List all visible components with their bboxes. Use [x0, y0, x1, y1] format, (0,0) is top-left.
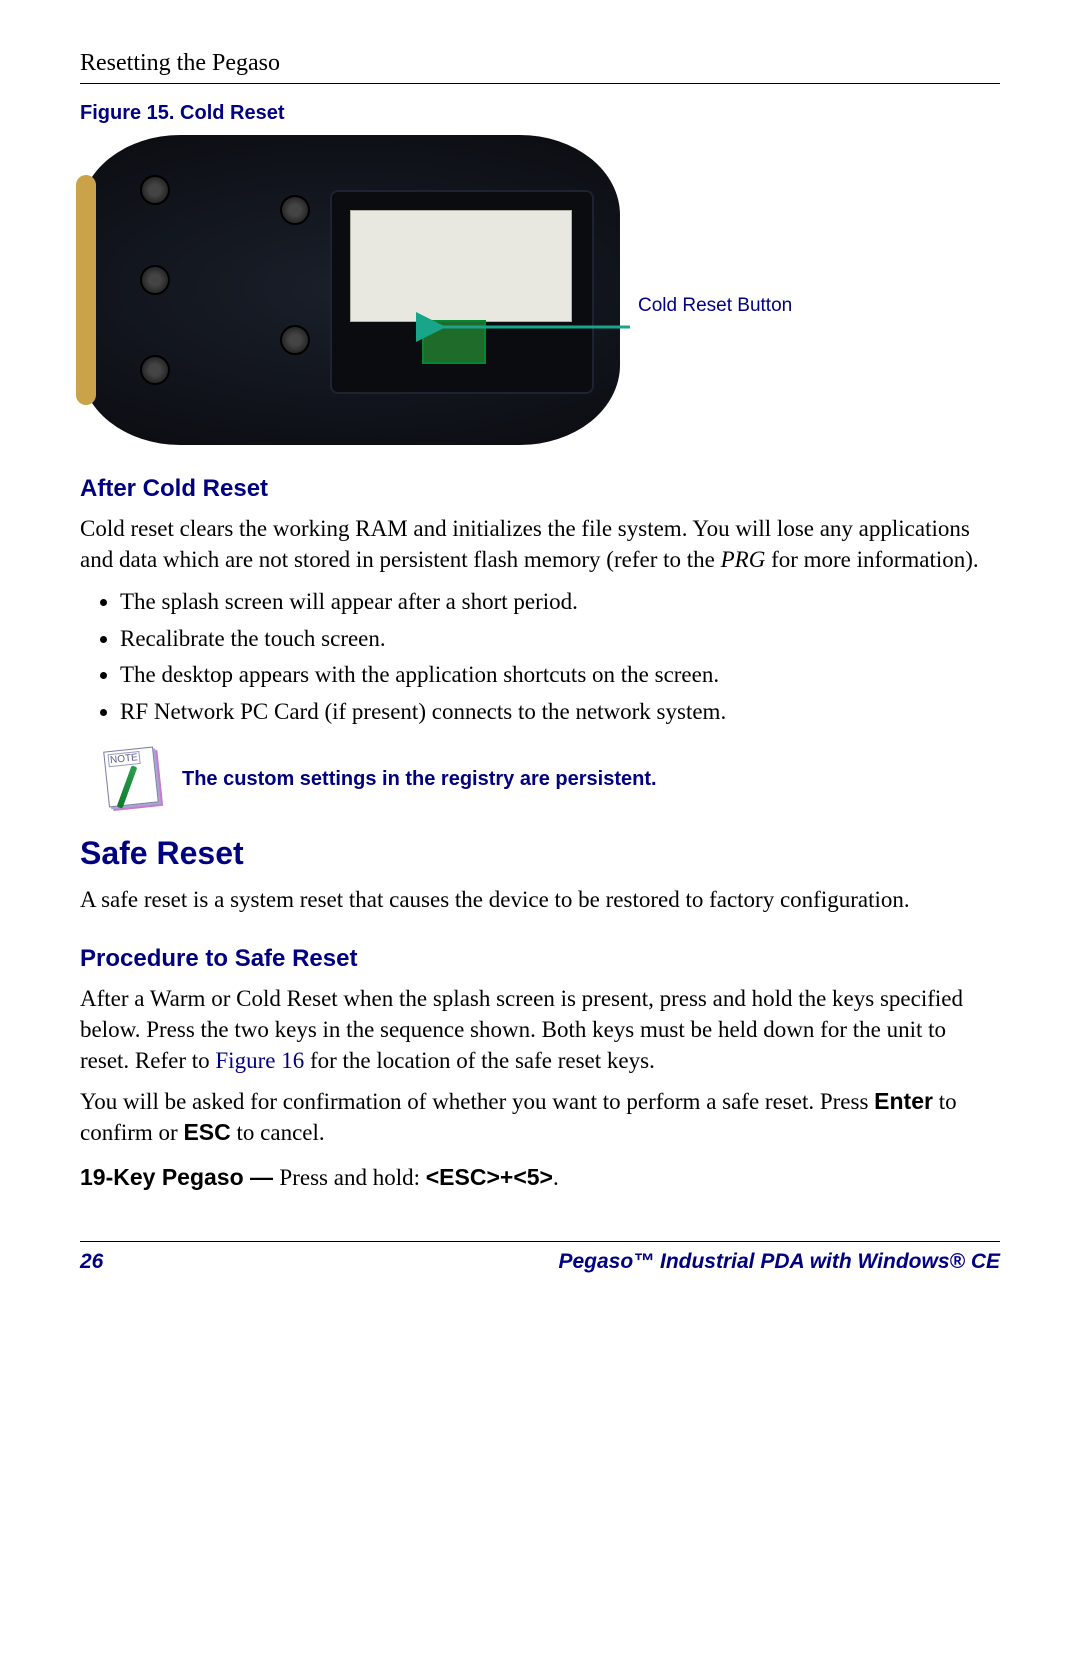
- procedure-paragraph-1: After a Warm or Cold Reset when the spla…: [80, 983, 1000, 1076]
- key-model-label: 19-Key Pegaso —: [80, 1164, 279, 1190]
- figure-caption: Figure 15. Cold Reset: [80, 102, 1000, 125]
- list-item: RF Network PC Card (if present) connects…: [120, 695, 1000, 730]
- safe-reset-intro: A safe reset is a system reset that caus…: [80, 884, 1000, 915]
- text-part: for more information).: [765, 547, 978, 572]
- list-item: The splash screen will appear after a sh…: [120, 585, 1000, 620]
- footer-title: Pegaso™ Industrial PDA with Windows® CE: [558, 1250, 1000, 1274]
- callout-arrow-icon: [430, 317, 630, 342]
- key-combo: <ESC>+<5>: [426, 1164, 553, 1190]
- figure-15-image: Cold Reset Button: [80, 135, 780, 445]
- procedure-heading: Procedure to Safe Reset: [80, 945, 1000, 973]
- page-header: Resetting the Pegaso: [80, 50, 1000, 84]
- figure-reference-link[interactable]: Figure 16: [215, 1048, 304, 1073]
- text-part: .: [553, 1165, 559, 1190]
- text-part: to cancel.: [231, 1120, 325, 1145]
- figure-callout-label: Cold Reset Button: [638, 295, 792, 317]
- after-cold-reset-list: The splash screen will appear after a sh…: [120, 585, 1000, 729]
- list-item: Recalibrate the touch screen.: [120, 622, 1000, 657]
- text-part: for the location of the safe reset keys.: [304, 1048, 655, 1073]
- safe-reset-heading: Safe Reset: [80, 835, 1000, 872]
- note-text: The custom settings in the registry are …: [182, 768, 657, 791]
- device-photo: [80, 135, 620, 445]
- text-italic: PRG: [721, 547, 766, 572]
- page-footer: 26 Pegaso™ Industrial PDA with Windows® …: [80, 1241, 1000, 1274]
- note-block: The custom settings in the registry are …: [100, 747, 1000, 811]
- after-cold-reset-paragraph: Cold reset clears the working RAM and in…: [80, 513, 1000, 575]
- key-esc: ESC: [183, 1119, 230, 1145]
- key-enter: Enter: [874, 1088, 933, 1114]
- page-number: 26: [80, 1250, 103, 1274]
- procedure-paragraph-2: You will be asked for confirmation of wh…: [80, 1086, 1000, 1148]
- key-combo-line: 19-Key Pegaso — Press and hold: <ESC>+<5…: [80, 1164, 1000, 1191]
- after-cold-reset-heading: After Cold Reset: [80, 475, 1000, 503]
- manual-page: Resetting the Pegaso Figure 15. Cold Res…: [0, 0, 1080, 1314]
- text-part: You will be asked for confirmation of wh…: [80, 1089, 874, 1114]
- list-item: The desktop appears with the application…: [120, 658, 1000, 693]
- battery-compartment: [330, 190, 594, 394]
- text-part: Press and hold:: [279, 1165, 425, 1190]
- note-icon: [100, 747, 164, 811]
